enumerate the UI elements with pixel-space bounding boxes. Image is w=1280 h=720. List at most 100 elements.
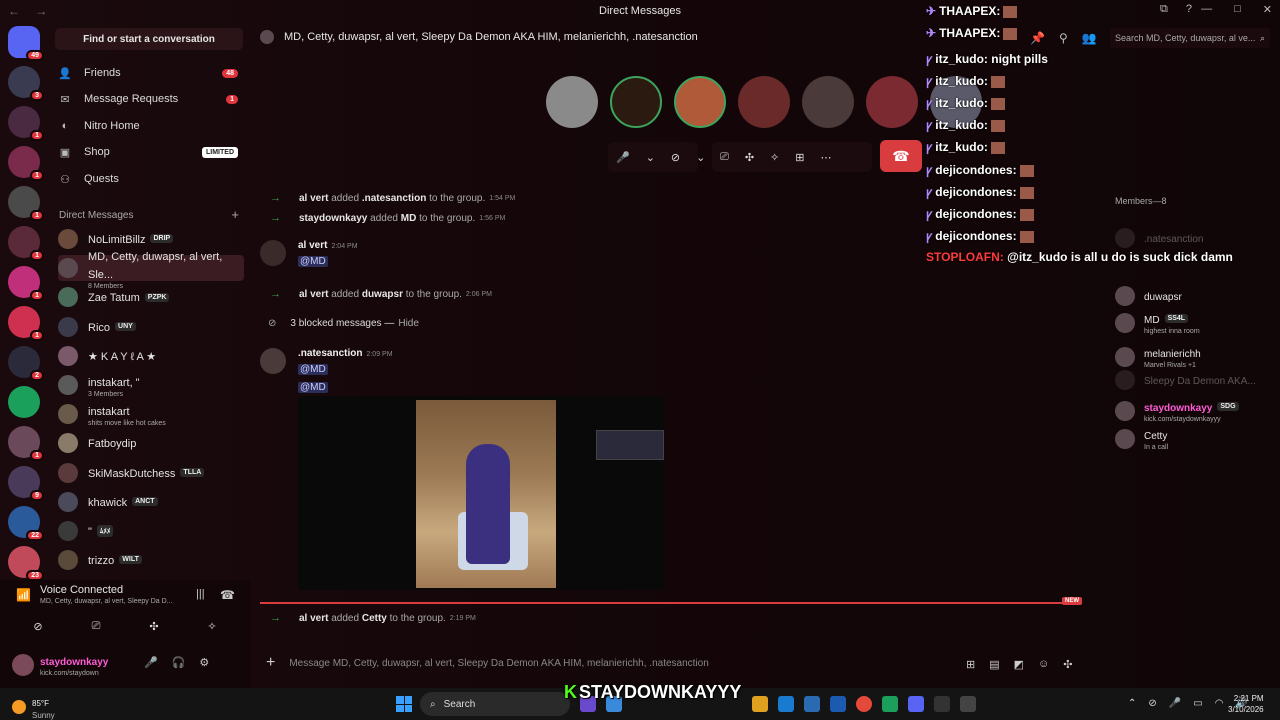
target[interactable]: MD bbox=[401, 213, 417, 224]
participant-tile[interactable] bbox=[738, 76, 790, 128]
close-button[interactable]: ✕ bbox=[1263, 3, 1272, 16]
mic-control[interactable]: 🎤 ⌄ ⊘ ⌄ bbox=[608, 142, 705, 172]
create-dm-icon[interactable]: + bbox=[231, 208, 239, 221]
maximize-button[interactable]: □ bbox=[1234, 3, 1241, 16]
activities-icon[interactable]: ✣ bbox=[737, 151, 762, 164]
message-author[interactable]: al vert bbox=[298, 240, 327, 251]
dm-item[interactable]: Zae Tatum PZPK bbox=[58, 284, 244, 310]
add-attachment-icon[interactable]: + bbox=[266, 654, 275, 672]
target[interactable]: Cetty bbox=[362, 613, 387, 624]
server-icon[interactable]: 22 bbox=[8, 506, 44, 541]
nav-quests[interactable]: ⚇ Quests bbox=[58, 168, 238, 190]
member-item[interactable]: .natesanction bbox=[1115, 228, 1204, 248]
app-icon[interactable] bbox=[960, 696, 976, 712]
taskbar-search[interactable]: ⌕ Search bbox=[420, 692, 570, 716]
dm-item[interactable]: ★ K A Y ℓ A ★ bbox=[58, 343, 244, 369]
dm-item[interactable]: instakart, " 3 Members bbox=[58, 372, 244, 398]
dm-item[interactable]: instakart shits move like hot cakes bbox=[58, 401, 244, 427]
actor[interactable]: al vert bbox=[299, 193, 328, 204]
mic-icon[interactable]: 🎤 bbox=[1169, 698, 1181, 709]
server-icon[interactable] bbox=[8, 386, 40, 418]
emoji-icon[interactable]: ☺ bbox=[1038, 658, 1049, 671]
participant-tile[interactable] bbox=[546, 76, 598, 128]
find-conversation-button[interactable]: Find or start a conversation bbox=[55, 28, 243, 50]
server-icon[interactable]: 1 bbox=[8, 106, 44, 141]
headset-icon[interactable]: 🎧 bbox=[172, 656, 186, 669]
camera-button[interactable]: ⊘ bbox=[20, 616, 56, 636]
hide-link[interactable]: Hide bbox=[398, 318, 419, 329]
activities-button[interactable]: ✣ bbox=[136, 616, 172, 636]
dm-item[interactable]: trizzo WILT bbox=[58, 547, 244, 573]
edge-icon[interactable] bbox=[778, 696, 794, 712]
server-icon[interactable]: 23 bbox=[8, 546, 44, 581]
help-icon[interactable]: ? bbox=[1186, 3, 1192, 16]
soundboard-button[interactable]: ✧ bbox=[194, 616, 230, 636]
discord-icon[interactable] bbox=[908, 696, 924, 712]
nav-arrows[interactable]: ← → bbox=[8, 4, 53, 18]
search-input[interactable]: Search MD, Cetty, duwapsr, al ve... ⌕ bbox=[1110, 28, 1270, 48]
screen-share-icon[interactable]: ⎚ bbox=[712, 151, 737, 164]
hang-up-button[interactable]: ☎ bbox=[880, 140, 922, 172]
dm-item[interactable]: SkiMaskDutchess TLLA bbox=[58, 460, 244, 486]
dm-item[interactable]: Rico UNY bbox=[58, 314, 244, 340]
member-item[interactable]: Sleepy Da Demon AKA... bbox=[1115, 370, 1256, 390]
minimize-button[interactable]: — bbox=[1201, 3, 1212, 16]
dm-item[interactable]: MD, Cetty, duwapsr, al vert, Sle... 8 Mem… bbox=[58, 251, 244, 290]
server-icon[interactable]: 1 bbox=[8, 266, 44, 301]
sticker-icon[interactable]: ◩ bbox=[1014, 658, 1024, 671]
store-icon[interactable] bbox=[804, 696, 820, 712]
member-item[interactable]: duwapsr bbox=[1115, 286, 1182, 306]
chrome-icon[interactable] bbox=[856, 696, 872, 712]
clock[interactable]: 2:21 PM 3/10/2026 bbox=[1228, 693, 1264, 715]
server-icon[interactable]: 2 bbox=[8, 346, 44, 381]
chevron-down-icon[interactable]: ⌄ bbox=[638, 151, 663, 164]
participant-tile[interactable] bbox=[866, 76, 918, 128]
chevron-up-icon[interactable]: ⌃ bbox=[1128, 698, 1136, 709]
gift-icon[interactable]: ⊞ bbox=[966, 658, 975, 671]
noise-icon[interactable]: ||| bbox=[196, 588, 205, 600]
target[interactable]: .natesanction bbox=[362, 193, 426, 204]
member-item[interactable]: MD SS4L highest inna room bbox=[1115, 310, 1200, 335]
actor[interactable]: staydownkayy bbox=[299, 213, 367, 224]
app-icon[interactable] bbox=[882, 696, 898, 712]
mic-icon[interactable]: 🎤 bbox=[144, 656, 158, 669]
soundboard-icon[interactable]: ✧ bbox=[762, 151, 787, 164]
obs-icon[interactable] bbox=[934, 696, 950, 712]
server-icon[interactable]: 9 bbox=[8, 466, 44, 501]
chevron-down-icon[interactable]: ⌄ bbox=[688, 151, 713, 164]
inbox-icon[interactable]: ⧉ bbox=[1160, 3, 1168, 16]
wifi-icon[interactable]: ◠ bbox=[1215, 698, 1224, 709]
screen-share-button[interactable]: ⎚ bbox=[78, 616, 114, 636]
nav-friends[interactable]: 👤 Friends 48 bbox=[58, 62, 238, 84]
server-icon[interactable]: 1 bbox=[8, 226, 44, 261]
avatar[interactable] bbox=[260, 348, 286, 374]
voice-status[interactable]: Voice Connected bbox=[40, 584, 123, 596]
members-icon[interactable]: 👥 bbox=[1082, 31, 1097, 45]
target[interactable]: duwapsr bbox=[362, 289, 403, 300]
mention[interactable]: @MD bbox=[298, 382, 328, 393]
more-icon[interactable]: ⋯ bbox=[812, 151, 839, 164]
participant-tile[interactable] bbox=[610, 76, 662, 128]
server-icon[interactable]: 3 bbox=[8, 66, 44, 101]
nav-shop[interactable]: ▣ Shop LIMITED bbox=[58, 141, 238, 163]
windows-start-icon[interactable] bbox=[396, 696, 412, 712]
folder-icon[interactable] bbox=[752, 696, 768, 712]
participant-tile[interactable] bbox=[674, 76, 726, 128]
add-member-icon[interactable]: ⚲ bbox=[1059, 31, 1068, 45]
settings-icon[interactable]: ⚙ bbox=[199, 656, 209, 669]
message-author[interactable]: .natesanction bbox=[298, 348, 362, 359]
network-icon[interactable]: ⊘ bbox=[1148, 698, 1156, 709]
server-icon[interactable]: 1 bbox=[8, 186, 44, 221]
mic-icon[interactable]: 🎤 bbox=[608, 151, 638, 164]
home-button[interactable]: 49 bbox=[8, 26, 44, 61]
voice-channel[interactable]: MD, Cetty, duwapsr, al vert, Sleepy Da D… bbox=[40, 598, 173, 605]
mention[interactable]: @MD bbox=[298, 364, 328, 375]
nav-nitro-home[interactable]: ◐ Nitro Home bbox=[58, 115, 238, 137]
actor[interactable]: al vert bbox=[299, 289, 328, 300]
user-area[interactable]: staydownkayy kick.com/staydown bbox=[12, 652, 108, 677]
nav-message-requests[interactable]: ✉ Message Requests 1 bbox=[58, 88, 238, 110]
outlook-icon[interactable] bbox=[830, 696, 846, 712]
server-icon[interactable]: 1 bbox=[8, 146, 44, 181]
display-icon[interactable]: ▭ bbox=[1193, 698, 1202, 709]
apps-icon[interactable]: ✣ bbox=[1063, 658, 1072, 671]
